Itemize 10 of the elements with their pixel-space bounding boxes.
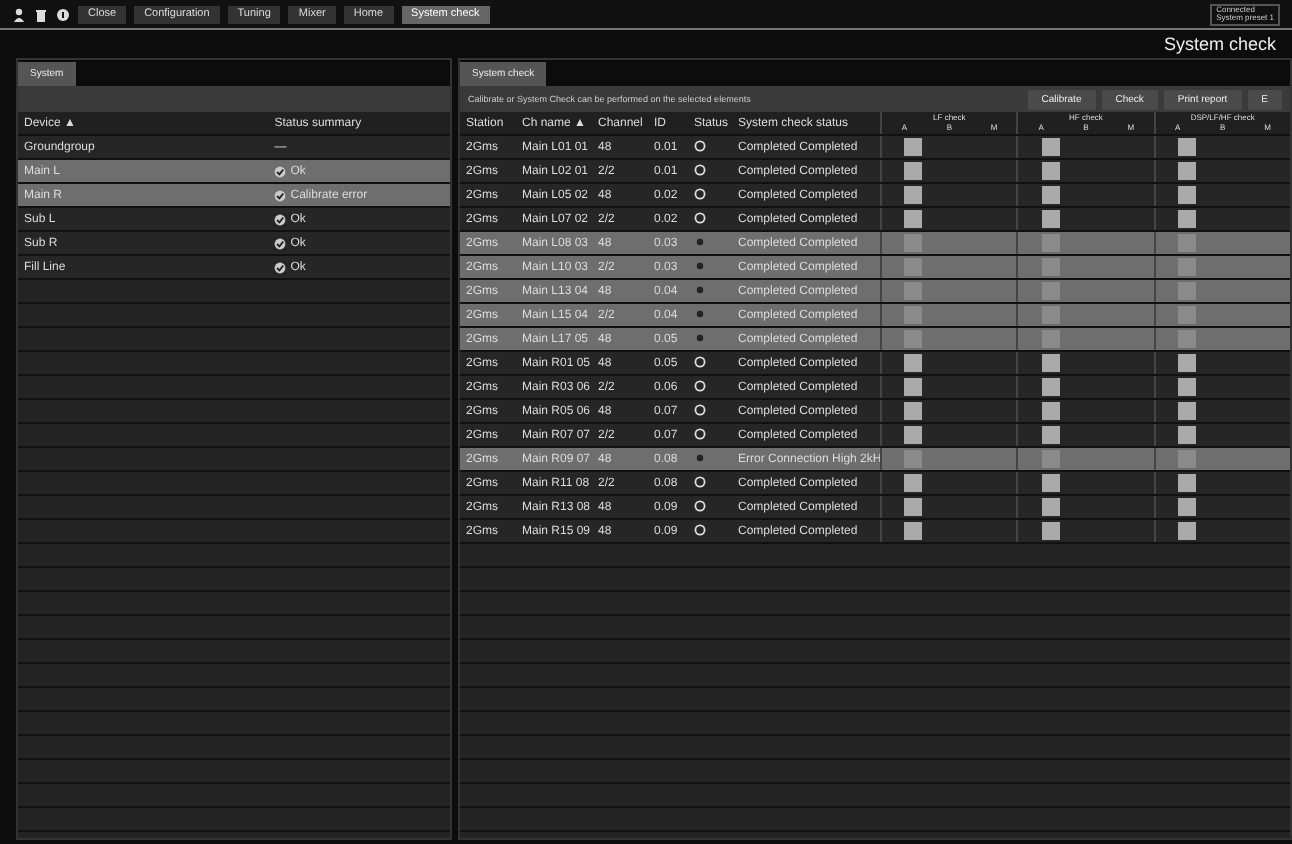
dot-icon [694,235,706,247]
info-icon[interactable] [56,7,70,21]
dot-icon [694,259,706,271]
person-icon[interactable] [12,7,26,21]
page-title: System check [1163,34,1276,54]
trash-icon[interactable] [34,7,48,21]
dot-icon [694,283,706,295]
dot-icon [694,307,706,319]
dot-icon [694,331,706,343]
dot-icon [694,451,706,463]
